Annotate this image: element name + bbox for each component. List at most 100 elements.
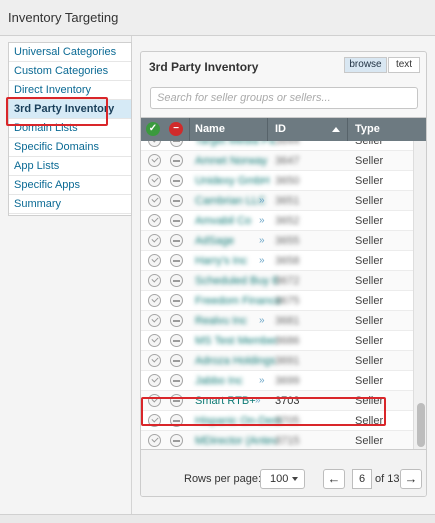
seller-name[interactable]: AdSage: [195, 235, 234, 247]
include-check-icon[interactable]: [148, 234, 161, 247]
include-check-icon[interactable]: [148, 394, 161, 407]
exclude-minus-icon[interactable]: [170, 294, 183, 307]
table-row[interactable]: Jabbo Inc » 3699 Seller: [141, 371, 413, 391]
text-toggle[interactable]: text: [388, 57, 420, 73]
table-row[interactable]: Hispanic On-Dem 3705 Seller: [141, 411, 413, 431]
exclude-minus-icon[interactable]: [170, 414, 183, 427]
seller-name[interactable]: Unidexy GmbH: [195, 175, 270, 187]
third-party-inventory-panel: 3rd Party Inventory browse text Search f…: [140, 51, 427, 497]
include-check-icon[interactable]: [148, 314, 161, 327]
table-row[interactable]: Target Media Pa 3644 Seller: [141, 141, 413, 151]
drill-down-icon[interactable]: »: [259, 375, 265, 386]
exclude-all-icon[interactable]: −: [169, 122, 183, 136]
include-check-icon[interactable]: [148, 254, 161, 267]
exclude-minus-icon[interactable]: [170, 434, 183, 447]
drill-down-icon[interactable]: »: [259, 235, 265, 246]
seller-type: Seller: [355, 335, 384, 347]
seller-name[interactable]: MS Test Member: [195, 335, 278, 347]
seller-name[interactable]: Harry's Inc: [195, 255, 247, 267]
drill-down-icon[interactable]: »: [259, 255, 265, 266]
exclude-minus-icon[interactable]: [170, 254, 183, 267]
table-row[interactable]: Adroza Holdings 3691 Seller: [141, 351, 413, 371]
table-row[interactable]: MS Test Member 3686 Seller: [141, 331, 413, 351]
column-header-id[interactable]: ID: [275, 123, 286, 135]
seller-name[interactable]: Cambrian LLC: [195, 195, 266, 207]
table-row[interactable]: Freedom Finance 3675 Seller: [141, 291, 413, 311]
exclude-minus-icon[interactable]: [170, 194, 183, 207]
include-check-icon[interactable]: [148, 374, 161, 387]
seller-name[interactable]: Freedom Finance: [195, 295, 281, 307]
exclude-minus-icon[interactable]: [170, 374, 183, 387]
table-row[interactable]: Cambrian LLC» 3651 Seller: [141, 191, 413, 211]
exclude-minus-icon[interactable]: [170, 334, 183, 347]
include-check-icon[interactable]: [148, 194, 161, 207]
nav-item-app-lists[interactable]: App Lists: [9, 157, 131, 176]
drill-down-icon[interactable]: »: [255, 395, 261, 406]
nav-item-direct-inventory[interactable]: Direct Inventory: [9, 81, 131, 100]
exclude-minus-icon[interactable]: [170, 274, 183, 287]
table-row[interactable]: Scheduled Buy 8 3672 Seller: [141, 271, 413, 291]
seller-id: 3691: [275, 355, 300, 367]
nav-item-summary[interactable]: Summary: [9, 195, 131, 214]
exclude-minus-icon[interactable]: [170, 141, 183, 147]
exclude-minus-icon[interactable]: [170, 234, 183, 247]
seller-name[interactable]: Target Media Pa: [195, 141, 275, 147]
seller-name[interactable]: Realvu Inc: [195, 315, 247, 327]
exclude-minus-icon[interactable]: [170, 354, 183, 367]
drill-down-icon[interactable]: »: [259, 195, 265, 206]
seller-name[interactable]: Scheduled Buy 8: [195, 275, 278, 287]
include-check-icon[interactable]: [148, 214, 161, 227]
seller-name[interactable]: Amvabil Co: [195, 215, 251, 227]
seller-name[interactable]: Jabbo Inc: [195, 375, 243, 387]
seller-name[interactable]: Amnet Norway: [195, 155, 267, 167]
exclude-minus-icon[interactable]: [170, 214, 183, 227]
nav-item-custom-categories[interactable]: Custom Categories: [9, 62, 131, 81]
drill-down-icon[interactable]: »: [259, 315, 265, 326]
include-check-icon[interactable]: [148, 434, 161, 447]
drill-down-icon[interactable]: »: [259, 215, 265, 226]
column-header-name[interactable]: Name: [195, 123, 225, 135]
prev-page-button[interactable]: ←: [323, 469, 345, 489]
exclude-minus-icon[interactable]: [170, 314, 183, 327]
browse-toggle[interactable]: browse: [344, 57, 387, 73]
table-row[interactable]: Unidexy GmbH 3650 Seller: [141, 171, 413, 191]
include-check-icon[interactable]: [148, 334, 161, 347]
nav-item-domain-lists[interactable]: Domain Lists: [9, 119, 131, 138]
seller-name[interactable]: Adroza Holdings: [195, 355, 276, 367]
table-row[interactable]: Amnet Norway 3647 Seller: [141, 151, 413, 171]
include-check-icon[interactable]: [148, 274, 161, 287]
table-row[interactable]: Smart RTB+» 3703 Seller: [141, 391, 413, 411]
table-row[interactable]: Amvabil Co » 3652 Seller: [141, 211, 413, 231]
column-header-type[interactable]: Type: [355, 123, 380, 135]
include-check-icon[interactable]: [148, 174, 161, 187]
nav-item-specific-domains[interactable]: Specific Domains: [9, 138, 131, 157]
search-input[interactable]: Search for seller groups or sellers...: [150, 87, 418, 109]
next-page-button[interactable]: →: [400, 469, 422, 489]
include-check-icon[interactable]: [148, 154, 161, 167]
include-check-icon[interactable]: [148, 141, 161, 147]
scrollbar-thumb[interactable]: [417, 403, 425, 447]
nav-item-universal-categories[interactable]: Universal Categories: [9, 43, 131, 62]
exclude-minus-icon[interactable]: [170, 174, 183, 187]
table-row[interactable]: Harry's Inc » 3658 Seller: [141, 251, 413, 271]
nav-item-3rd-party-inventory[interactable]: 3rd Party Inventory: [9, 100, 131, 119]
seller-name[interactable]: MDirector (Antev: [195, 435, 278, 447]
seller-name[interactable]: Smart RTB+: [195, 395, 256, 407]
exclude-minus-icon[interactable]: [170, 394, 183, 407]
grid-body: Target Media Pa 3644 Seller Amnet Norway 364…: [141, 141, 413, 449]
grid-scrollbar[interactable]: [413, 141, 426, 449]
exclude-minus-icon[interactable]: [170, 154, 183, 167]
seller-id: 3686: [275, 335, 300, 347]
include-check-icon[interactable]: [148, 414, 161, 427]
include-check-icon[interactable]: [148, 294, 161, 307]
include-check-icon[interactable]: [148, 354, 161, 367]
seller-name[interactable]: Hispanic On-Dem: [195, 415, 282, 427]
table-row[interactable]: AdSage » 3655 Seller: [141, 231, 413, 251]
table-row[interactable]: MDirector (Antev 3715 Seller: [141, 431, 413, 449]
rows-per-page-select[interactable]: 100: [260, 469, 305, 489]
seller-type: Seller: [355, 295, 384, 307]
page-number-input[interactable]: 6: [352, 469, 372, 489]
nav-item-specific-apps[interactable]: Specific Apps: [9, 176, 131, 195]
table-row[interactable]: Realvu Inc » 3681 Seller: [141, 311, 413, 331]
include-all-icon[interactable]: ✓: [146, 122, 160, 136]
